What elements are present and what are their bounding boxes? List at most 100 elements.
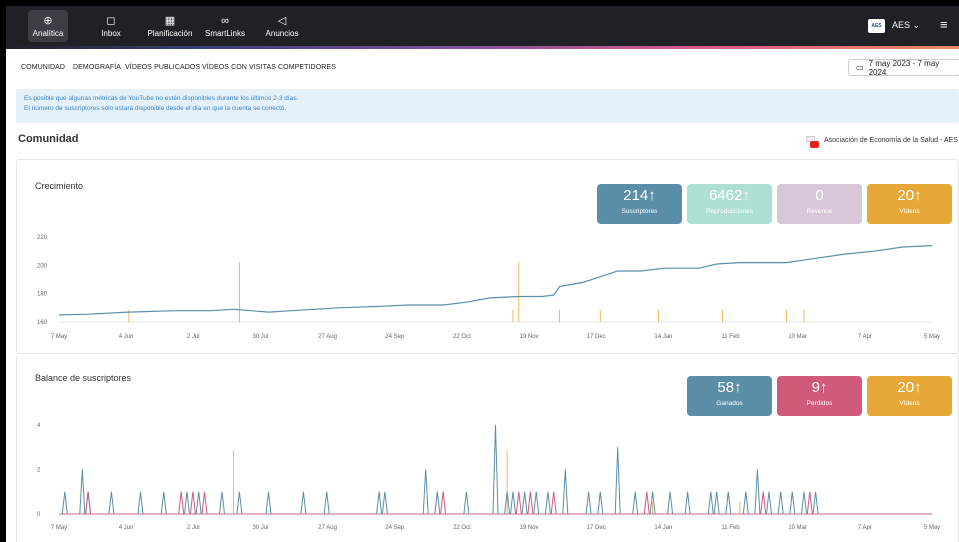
date-range-label: 7 may 2023 - 7 may 2024 — [868, 58, 940, 77]
chart-svg: 160 180 200 220 7 May 4 Jun 2 Jul 30 Jul 27 Aug 2… — [37, 235, 940, 340]
y-tick-label: 2 — [37, 467, 41, 473]
series-spike — [544, 491, 551, 515]
nav-item-label: Planificación — [147, 28, 193, 38]
x-tick-label: 19 Nov — [520, 334, 539, 340]
x-tick-label: 11 Feb — [721, 525, 740, 531]
series-spike — [79, 469, 86, 515]
chat-icon: ◻ — [106, 14, 116, 27]
y-tick-label: 220 — [37, 235, 48, 241]
tab-1[interactable]: DEMOGRAFÍA — [73, 64, 121, 71]
series-spike — [265, 491, 272, 515]
series-spike — [585, 491, 592, 515]
x-tick-label: 4 Jun — [119, 525, 134, 531]
x-tick-label: 7 Apr — [858, 334, 872, 340]
navbar-gradient — [6, 46, 959, 49]
menu-icon[interactable]: ≡ — [940, 17, 948, 32]
series-spike — [725, 491, 732, 515]
x-tick-label: 17 Dec — [587, 334, 606, 340]
account-switcher[interactable]: AES ⌄ — [892, 20, 920, 31]
x-tick-label: 11 Feb — [721, 334, 740, 340]
series-spike — [597, 491, 604, 515]
series-spike — [667, 491, 674, 515]
nav-item-4[interactable]: ◁ Anuncios — [262, 10, 302, 42]
app-frame: ⊕ Analítica ◻ Inbox ▦ Planificación ∞ SmartLink… — [6, 6, 959, 542]
series-spike — [219, 491, 225, 515]
nav-item-label: Analítica — [32, 28, 64, 38]
balance-panel: Balance de suscriptores 58↑ Ganados 9↑ Perd… — [16, 354, 959, 542]
series-spike — [713, 491, 720, 515]
x-tick-label: 2 Jul — [187, 334, 200, 340]
series-spike — [178, 491, 185, 515]
nav-item-0[interactable]: ⊕ Analítica — [28, 10, 68, 42]
x-tick-label: 4 Jun — [119, 334, 134, 340]
series-spike — [61, 491, 68, 515]
x-tick-label: 14 Jan — [654, 334, 672, 340]
info-line: El número de suscriptores solo estará di… — [24, 105, 287, 112]
series-spike — [812, 491, 819, 515]
x-tick-label: 30 Jul — [252, 525, 268, 531]
series-spike — [184, 491, 190, 515]
series-spike — [85, 491, 92, 515]
series-spike — [195, 491, 202, 515]
series-spike — [777, 491, 784, 515]
series-spike — [789, 491, 796, 515]
series-spike — [300, 491, 307, 515]
series-spike — [766, 491, 772, 515]
x-tick-label: 17 Dec — [587, 525, 606, 531]
x-tick-label: 27 Aug — [318, 525, 337, 531]
series-spike — [492, 424, 499, 515]
x-tick-label: 14 Jan — [654, 525, 672, 531]
tab-0[interactable]: COMUNIDAD — [21, 64, 65, 71]
top-navbar: ⊕ Analítica ◻ Inbox ▦ Planificación ∞ SmartLink… — [6, 6, 959, 46]
series-spike — [533, 491, 540, 515]
series-spike — [684, 491, 691, 515]
channel-selector[interactable]: Asociación de Economía de la Salud - AES — [824, 137, 958, 144]
series-spike — [643, 491, 650, 515]
series-spike — [189, 491, 196, 515]
tab-4[interactable]: COMPETIDORES — [278, 64, 336, 71]
x-tick-label: 24 Sep — [385, 525, 405, 531]
chart-svg: 0 2 4 7 May 4 Jun 2 Jul 30 Jul 27 Aug 24 Sep 22 O… — [37, 423, 940, 531]
series-spike — [527, 491, 534, 515]
series-spike — [707, 491, 714, 515]
youtube-icon — [806, 136, 819, 149]
calendar-icon: ▭ — [856, 63, 864, 72]
x-tick-label: 27 Aug — [318, 334, 337, 340]
series-spike — [562, 469, 569, 515]
nav-item-2[interactable]: ▦ Planificación — [142, 10, 198, 42]
series-spike — [614, 447, 621, 515]
series-spike — [236, 491, 243, 515]
series-spike — [376, 491, 383, 515]
nav-item-3[interactable]: ∞ SmartLinks — [202, 10, 248, 42]
x-tick-label: 7 May — [51, 334, 67, 340]
nav-item-label: Inbox — [101, 28, 121, 38]
account-avatar[interactable]: AES — [868, 19, 885, 33]
info-line: Es posible que algunas métricas de YouTu… — [24, 95, 299, 102]
series-spike — [160, 491, 167, 515]
series-spike — [510, 491, 516, 515]
x-tick-label: 22 Oct — [453, 334, 471, 340]
x-tick-label: 5 May — [924, 334, 940, 340]
series-spike — [434, 491, 441, 515]
megaphone-icon: ◁ — [277, 14, 287, 27]
y-tick-label: 0 — [37, 512, 41, 518]
y-tick-label: 160 — [37, 320, 48, 326]
tab-3[interactable]: VÍDEOS CON VISITAS — [202, 64, 276, 71]
tab-2[interactable]: VÍDEOS PUBLICADOS — [125, 64, 200, 71]
section-title: Comunidad — [18, 133, 79, 145]
x-tick-label: 10 Mar — [788, 334, 807, 340]
series-spike — [381, 491, 388, 515]
x-tick-label: 19 Nov — [520, 525, 539, 531]
series-spike — [742, 491, 749, 515]
x-tick-label: 7 Apr — [858, 525, 872, 531]
series-spike — [754, 469, 761, 515]
series-spike — [440, 491, 447, 515]
info-banner: Es posible que algunas métricas de YouTu… — [16, 89, 959, 123]
nav-item-1[interactable]: ◻ Inbox — [96, 10, 126, 42]
series-spike — [137, 491, 144, 515]
series-spike — [801, 491, 807, 515]
x-tick-label: 2 Jul — [187, 525, 200, 531]
link-icon: ∞ — [221, 14, 229, 27]
date-range-picker[interactable]: ▭ 7 may 2023 - 7 may 2024 — [848, 58, 959, 77]
x-tick-label: 22 Oct — [453, 525, 471, 531]
